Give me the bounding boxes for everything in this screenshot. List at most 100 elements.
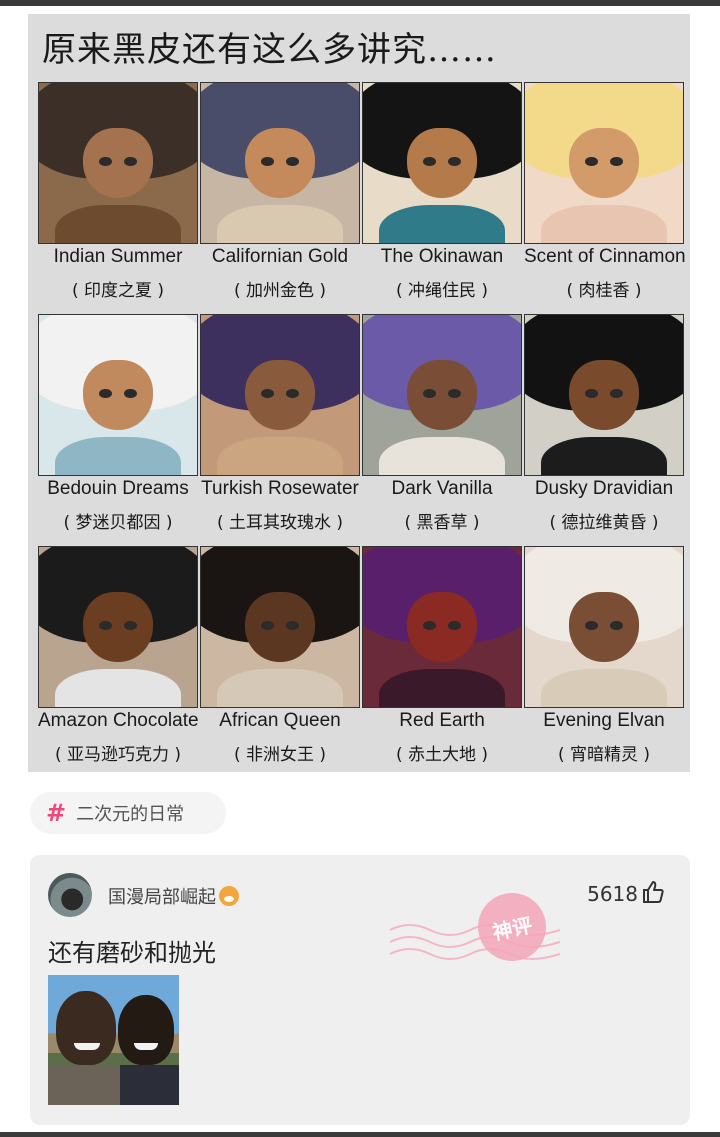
- portrait-body: [216, 204, 344, 243]
- character-name-cn: ( 土耳其玫瑰水 ): [216, 513, 344, 533]
- character-name-en: The Okinawan: [380, 246, 504, 267]
- character-name-cn: ( 加州金色 ): [233, 281, 327, 301]
- character-name-cn: ( 德拉维黄昏 ): [549, 513, 659, 533]
- portrait-body: [378, 204, 506, 243]
- character-name-cn: ( 肉桂香 ): [566, 281, 642, 301]
- portrait-eye: [585, 388, 598, 399]
- comment-photo[interactable]: [48, 975, 179, 1105]
- portrait-eye: [124, 388, 137, 399]
- character-name-en: Bedouin Dreams: [47, 478, 189, 499]
- character-name-cn: ( 亚马逊巧克力 ): [54, 745, 182, 765]
- character-portrait: [38, 314, 198, 476]
- character-name-en: Indian Summer: [53, 246, 183, 267]
- portrait-eye: [99, 620, 112, 631]
- portrait-eye: [585, 620, 598, 631]
- portrait-eye: [286, 156, 299, 167]
- comment-username[interactable]: 国漫局部崛起: [108, 883, 239, 909]
- portrait-face: [245, 359, 315, 431]
- portrait-eye: [261, 620, 274, 631]
- photo-shirt: [48, 1065, 126, 1105]
- character-name-en: Californian Gold: [211, 246, 349, 267]
- post-image[interactable]: 原来黑皮还有这么多讲究…… Indian Summer ( 印度之夏 ) Calif…: [28, 14, 690, 772]
- character-portrait: [362, 546, 522, 708]
- character-portrait: [524, 82, 684, 244]
- photo-person: [118, 995, 174, 1065]
- grid-row: Indian Summer ( 印度之夏 ) Californian Gold ( 加…: [38, 82, 686, 314]
- photo-smile: [74, 1043, 100, 1050]
- character-portrait: [524, 314, 684, 476]
- character-name-cn: ( 梦迷贝都因 ): [63, 513, 173, 533]
- portrait-eye: [448, 156, 461, 167]
- portrait-eye: [99, 156, 112, 167]
- portrait-body: [540, 436, 668, 475]
- avatar[interactable]: [48, 873, 92, 917]
- character-name-en: Amazon Chocolate: [38, 710, 199, 731]
- portrait-face: [245, 127, 315, 199]
- portrait-body: [540, 204, 668, 243]
- grid-row: Bedouin Dreams ( 梦迷贝都因 ) Turkish Rosewater…: [38, 314, 684, 546]
- portrait-face: [407, 127, 477, 199]
- portrait-body: [54, 668, 182, 707]
- dog-emoji-icon: [219, 886, 239, 906]
- character-portrait: [524, 546, 684, 708]
- portrait-face: [569, 359, 639, 431]
- portrait-body: [378, 436, 506, 475]
- character-name-cn: ( 宵暗精灵 ): [557, 745, 651, 765]
- character-name-cn: ( 印度之夏 ): [71, 281, 165, 301]
- photo-shirt: [120, 1065, 179, 1105]
- portrait-eye: [124, 620, 137, 631]
- portrait-eye: [99, 388, 112, 399]
- character-name-cn: ( 赤土大地 ): [395, 745, 489, 765]
- tag-label: 二次元的日常: [76, 804, 185, 825]
- character-name-en: Turkish Rosewater: [201, 478, 359, 499]
- topic-tag[interactable]: # 二次元的日常: [30, 792, 226, 834]
- portrait-body: [378, 668, 506, 707]
- portrait-face: [83, 591, 153, 663]
- comment-text: 还有磨砂和抛光: [48, 939, 216, 967]
- portrait-eye: [423, 388, 436, 399]
- photo-person: [56, 991, 116, 1065]
- portrait-eye: [585, 156, 598, 167]
- character-name-en: Dark Vanilla: [391, 478, 493, 499]
- portrait-face: [83, 359, 153, 431]
- character-name-cn: ( 非洲女王 ): [233, 745, 327, 765]
- portrait-eye: [448, 388, 461, 399]
- username-text: 国漫局部崛起: [108, 887, 216, 908]
- bottom-bar: [0, 1132, 720, 1137]
- character-portrait: [200, 82, 360, 244]
- portrait-eye: [610, 620, 623, 631]
- portrait-body: [540, 668, 668, 707]
- photo-smile: [134, 1043, 158, 1050]
- portrait-eye: [423, 620, 436, 631]
- portrait-eye: [124, 156, 137, 167]
- portrait-eye: [448, 620, 461, 631]
- character-portrait: [200, 314, 360, 476]
- thumbs-up-icon[interactable]: [642, 880, 664, 904]
- portrait-eye: [610, 156, 623, 167]
- portrait-eye: [610, 388, 623, 399]
- portrait-face: [407, 591, 477, 663]
- character-name-cn: ( 黑香草 ): [404, 513, 480, 533]
- character-name-cn: ( 冲绳住民 ): [395, 281, 489, 301]
- portrait-face: [245, 591, 315, 663]
- character-name-en: African Queen: [219, 710, 341, 731]
- character-portrait: [362, 82, 522, 244]
- portrait-face: [569, 127, 639, 199]
- character-grid: Indian Summer ( 印度之夏 ) Californian Gold ( 加…: [38, 82, 686, 772]
- top-status-bar: [0, 0, 720, 6]
- grid-row: Amazon Chocolate ( 亚马逊巧克力 ) African Queen (…: [38, 546, 684, 772]
- portrait-face: [569, 591, 639, 663]
- portrait-face: [407, 359, 477, 431]
- character-portrait: [38, 82, 198, 244]
- character-name-en: Red Earth: [399, 710, 485, 731]
- character-name-en: Scent of Cinnamon: [524, 246, 686, 267]
- portrait-body: [54, 204, 182, 243]
- character-name-en: Evening Elvan: [543, 710, 665, 731]
- character-portrait: [362, 314, 522, 476]
- portrait-body: [54, 436, 182, 475]
- image-title: 原来黑皮还有这么多讲究……: [42, 30, 497, 70]
- portrait-face: [83, 127, 153, 199]
- portrait-eye: [423, 156, 436, 167]
- portrait-body: [216, 436, 344, 475]
- portrait-eye: [261, 388, 274, 399]
